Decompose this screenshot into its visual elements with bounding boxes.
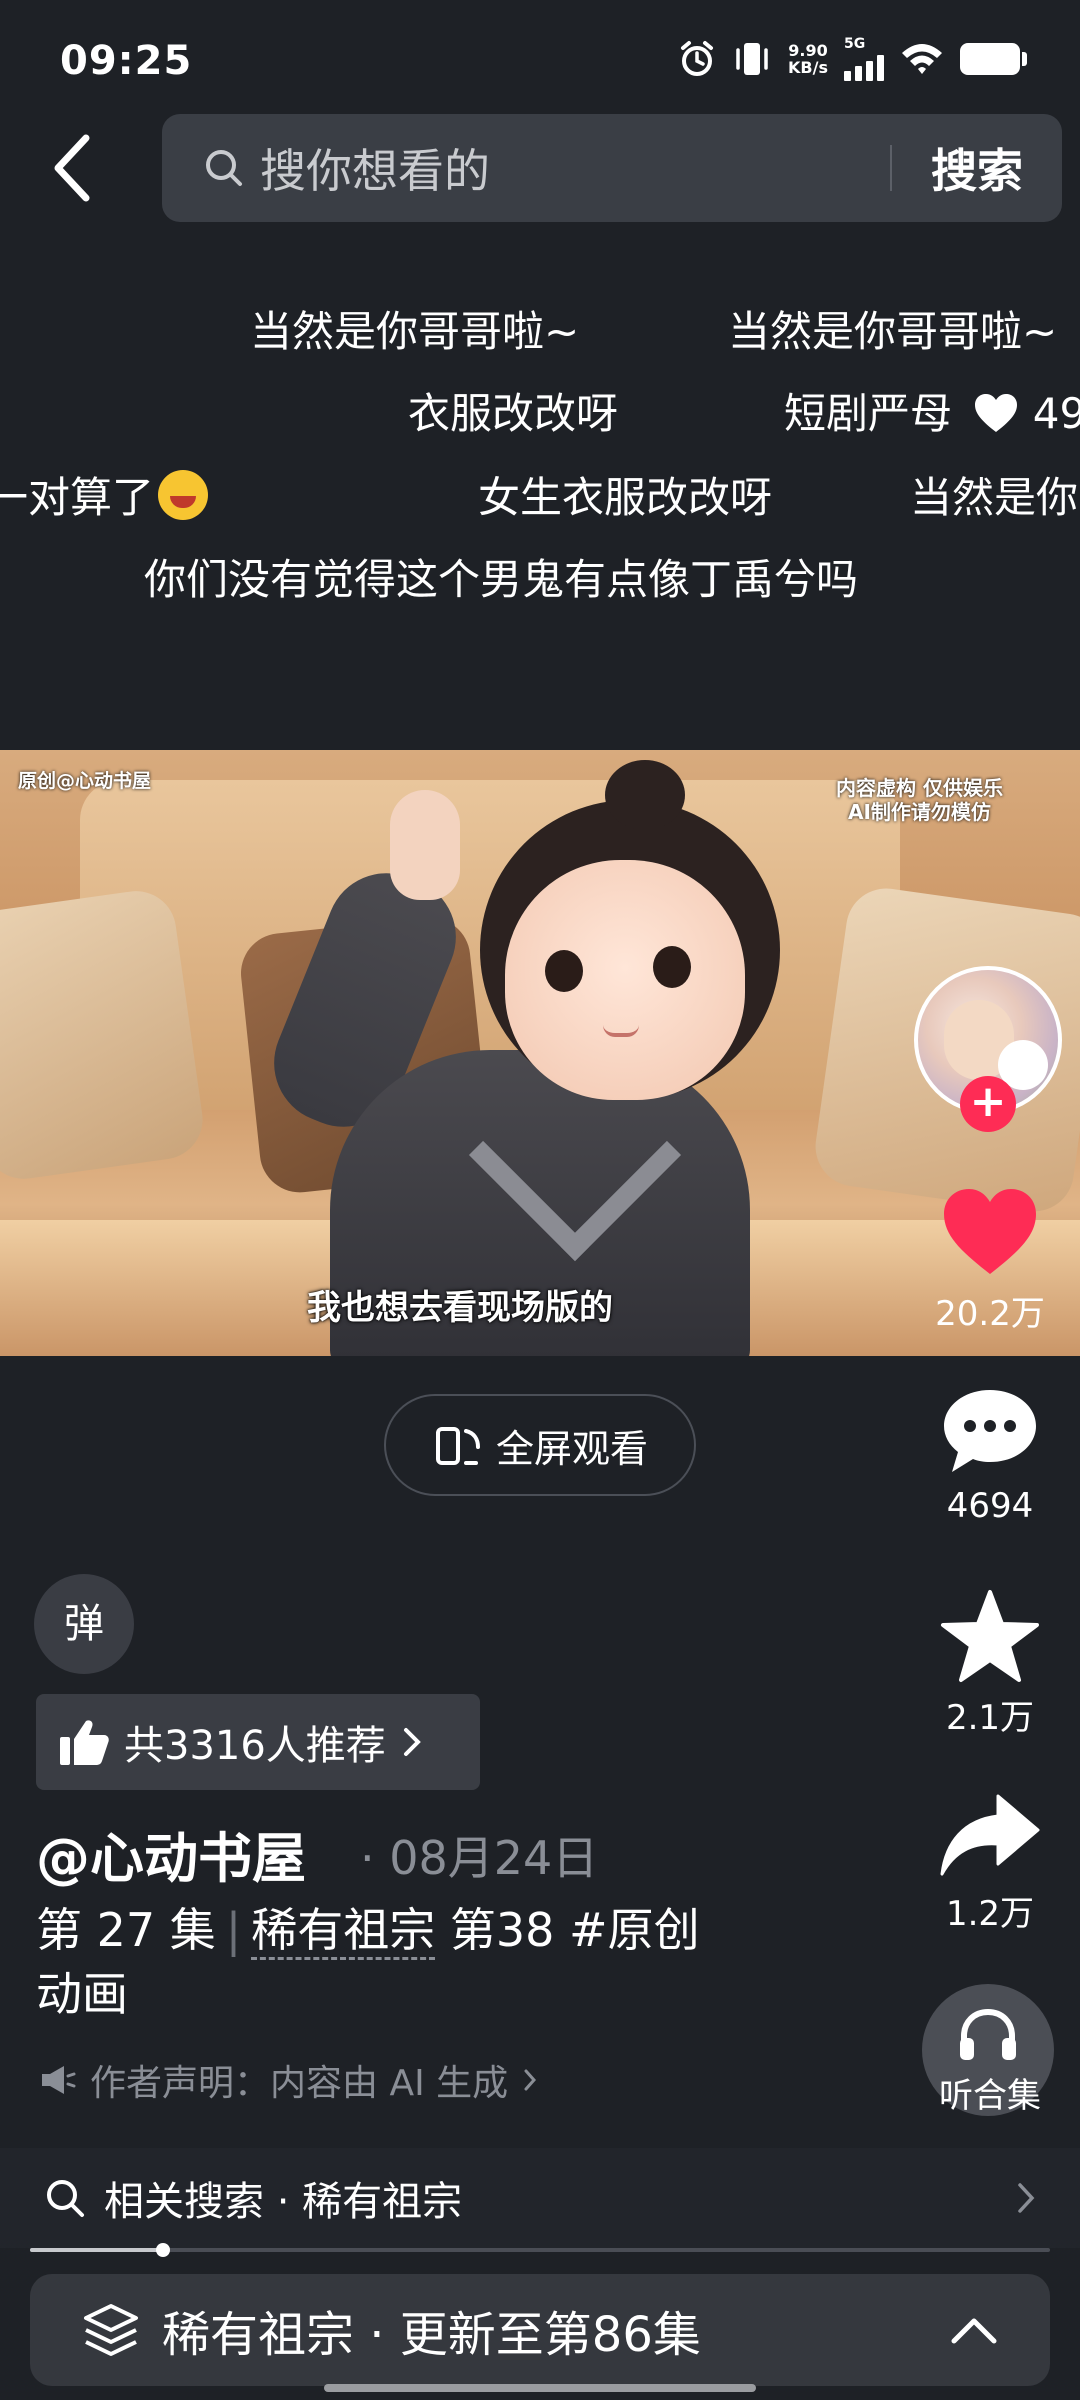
video-progress-handle[interactable] xyxy=(156,2243,170,2257)
net-speed-unit: KB/s xyxy=(788,58,828,77)
comment-count: 4694 xyxy=(946,1486,1034,1526)
character-face xyxy=(505,860,745,1100)
pillow xyxy=(0,886,208,1184)
series-bar-label: 稀有祖宗 · 更新至第86集 xyxy=(162,2307,701,2363)
description-text: 第38 #原创 xyxy=(449,1903,700,1957)
share-icon[interactable] xyxy=(938,1792,1042,1878)
listen-collection-label: 听合集 xyxy=(939,2076,1041,2116)
chevron-up-icon[interactable] xyxy=(950,2315,998,2345)
series-link[interactable]: 稀有祖宗 xyxy=(251,1903,436,1960)
comment-icon[interactable] xyxy=(940,1386,1040,1476)
net-speed-value: 9.90 xyxy=(788,41,828,60)
chevron-right-icon xyxy=(403,1728,421,1756)
danmaku-text: 一对算了 xyxy=(0,473,155,522)
character-eye xyxy=(545,950,583,992)
danmaku-item[interactable]: 衣服改改呀 xyxy=(408,380,618,441)
rotate-screen-icon xyxy=(435,1427,480,1465)
danmaku-item[interactable]: 一对算了 xyxy=(0,464,209,525)
wifi-icon xyxy=(902,44,942,74)
layers-icon xyxy=(84,2304,138,2356)
video-description: 第 27 集 | 稀有祖宗 第38 #原创 动画 xyxy=(36,1898,756,2026)
chevron-right-icon xyxy=(1018,2183,1035,2213)
danmaku-item[interactable]: 当然是你 xyxy=(910,464,1078,525)
danmaku-item[interactable]: 你们没有觉得这个男鬼有点像丁禹兮吗 xyxy=(144,546,858,607)
series-collection-bar[interactable]: 稀有祖宗 · 更新至第86集 xyxy=(30,2274,1050,2386)
like-icon[interactable] xyxy=(940,1186,1040,1278)
character-hair-bun xyxy=(605,760,685,830)
video-progress-track[interactable] xyxy=(30,2248,1050,2252)
network-type: 5G xyxy=(844,36,866,52)
video-progress-fill xyxy=(30,2248,163,2252)
recommend-button[interactable]: 共3316人推荐 xyxy=(36,1694,480,1790)
alarm-icon xyxy=(681,41,714,76)
recommend-label: 共3316人推荐 xyxy=(124,1723,386,1769)
danmaku-item[interactable]: 当然是你哥哥啦~ xyxy=(250,298,579,359)
favorite-icon[interactable] xyxy=(938,1588,1042,1686)
share-count: 1.2万 xyxy=(945,1894,1035,1934)
danmaku-toggle-button[interactable]: 弹 xyxy=(34,1574,134,1674)
related-search-text: 相关搜索 · 稀有祖宗 xyxy=(104,2179,463,2225)
laughing-emoji-icon xyxy=(158,470,209,520)
net-speed: 9.90 KB/s xyxy=(788,42,828,76)
cell-signal: 5G xyxy=(844,37,884,81)
danmaku-item[interactable]: 女生衣服改改呀 xyxy=(478,464,772,525)
fullscreen-button[interactable]: 全屏观看 xyxy=(384,1394,696,1496)
video-subtitle: 我也想去看现场版的 xyxy=(0,1280,1080,1329)
megaphone-icon xyxy=(42,2066,76,2094)
chevron-right-icon xyxy=(524,2069,537,2091)
battery-icon xyxy=(960,43,1027,75)
disclaimer-text: 作者声明：内容由 AI 生成 xyxy=(90,2063,509,2104)
back-icon[interactable] xyxy=(46,128,102,208)
video-watermark: 原创@心动书屋 xyxy=(18,770,152,792)
character-eye xyxy=(653,946,691,988)
heart-icon xyxy=(975,394,1018,432)
headphones-icon xyxy=(960,2008,1016,2060)
fullscreen-label: 全屏观看 xyxy=(495,1426,648,1471)
video-disclaimer-line: AI制作请勿模仿 xyxy=(848,800,991,824)
separator: | xyxy=(225,1903,242,1957)
episode-number: 第 27 集 xyxy=(36,1903,216,1957)
like-count: 20.2万 xyxy=(935,1294,1045,1334)
danmaku-count: 49 xyxy=(1032,389,1080,438)
vibrate-icon xyxy=(736,43,768,75)
danmaku-item[interactable]: 当然是你哥哥啦~ xyxy=(728,298,1057,359)
video-subtitle-text: 我也想去看现场版的 xyxy=(307,1288,613,1328)
search-input[interactable]: 搜你想看的 xyxy=(260,135,890,201)
character-mouth xyxy=(603,1025,639,1037)
video-disclaimer-line: 内容虚构 仅供娱乐 xyxy=(836,776,1003,800)
status-icons: 9.90 KB/s 5G xyxy=(678,34,1027,84)
related-search-bar[interactable]: 相关搜索 · 稀有祖宗 xyxy=(0,2148,1080,2248)
danmaku-text: 短剧严母 xyxy=(784,389,953,438)
thumbs-up-icon xyxy=(60,1720,109,1765)
description-text: 动画 xyxy=(36,1967,128,2021)
character-hand xyxy=(390,790,460,900)
author-name[interactable]: @心动书屋 xyxy=(36,1814,306,1893)
follow-button[interactable]: + xyxy=(960,1076,1016,1132)
search-button[interactable]: 搜索 xyxy=(892,135,1062,201)
favorite-count: 2.1万 xyxy=(945,1698,1035,1738)
status-time: 09:25 xyxy=(60,38,193,84)
search-icon xyxy=(206,150,242,186)
video-disclaimer: 内容虚构 仅供娱乐 AI制作请勿模仿 xyxy=(836,776,1003,824)
ai-disclaimer[interactable]: 作者声明：内容由 AI 生成 xyxy=(40,2054,538,2106)
signal-bars-icon xyxy=(844,51,884,81)
search-icon xyxy=(47,2180,84,2217)
danmaku-item[interactable]: 短剧严母 49 xyxy=(784,380,1080,441)
post-date: · 08月24日 xyxy=(360,1831,599,1885)
home-indicator[interactable] xyxy=(324,2384,756,2392)
search-bar[interactable]: 搜你想看的 搜索 xyxy=(162,114,1062,222)
